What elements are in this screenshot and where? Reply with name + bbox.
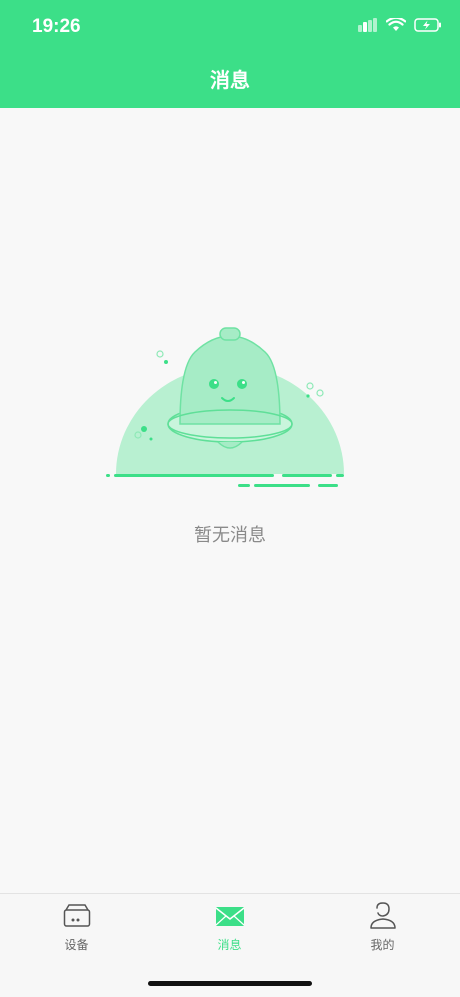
device-icon — [63, 904, 90, 927]
tab-device[interactable]: 设备 — [0, 900, 153, 960]
main-content — [0, 108, 460, 893]
tab-messages[interactable]: 消息 — [153, 900, 306, 960]
tab-mine[interactable]: 我的 — [306, 900, 459, 960]
tab-label-device: 设备 — [64, 938, 89, 952]
signal-icon — [358, 18, 377, 32]
wifi-icon — [386, 18, 406, 31]
empty-bell-illustration — [106, 327, 344, 487]
page-title: 消息 — [210, 68, 250, 92]
battery-charging-icon — [414, 18, 441, 32]
tab-label-messages: 消息 — [217, 938, 242, 952]
mail-icon — [215, 907, 244, 926]
status-icons — [358, 18, 442, 32]
status-time: 19:26 — [32, 16, 81, 37]
home-indicator — [148, 981, 312, 986]
tab-label-mine: 我的 — [370, 938, 395, 952]
empty-state-message: 暂无消息 — [194, 525, 266, 546]
person-icon — [369, 902, 396, 929]
header: 19:26 消息 — [0, 0, 460, 108]
status-bar: 19:26 — [0, 0, 460, 56]
